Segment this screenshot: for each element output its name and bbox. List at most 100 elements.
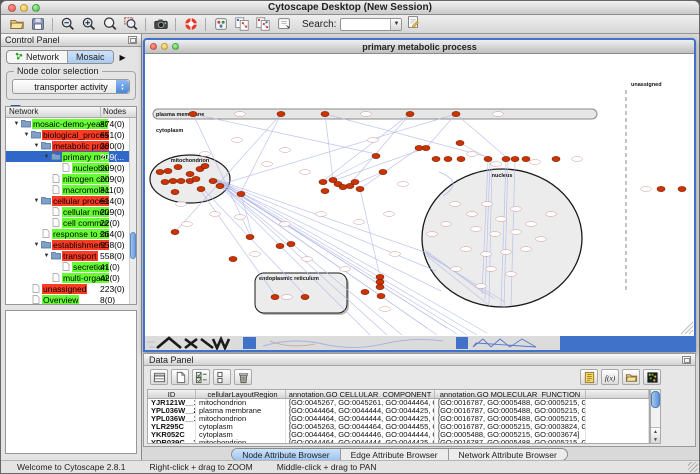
tree-row[interactable]: ▼biological_process651(0) — [6, 129, 129, 140]
tab-network[interactable]: Network — [7, 51, 67, 63]
tree-row[interactable]: ▼transport558(0) — [6, 250, 129, 261]
tree-row[interactable]: macromolecule311(0) — [6, 184, 129, 195]
attribute-table[interactable]: ID_cellularLayoutRegionannotation.GO CEL… — [147, 389, 650, 444]
svg-text:mitochondrion: mitochondrion — [171, 158, 210, 164]
unselect-attrs-button[interactable] — [213, 369, 231, 385]
tree-row[interactable]: ▼mosaic-demo-yeast874(0) — [6, 118, 129, 129]
network-overlay-1-button[interactable] — [231, 16, 252, 33]
network-zoom-button[interactable] — [172, 43, 179, 50]
life-ring-button[interactable] — [180, 16, 201, 33]
resize-grip[interactable] — [688, 462, 698, 472]
search-input[interactable]: ▼ — [340, 18, 402, 31]
network-close-button[interactable] — [150, 43, 157, 50]
table-cell: [GO:0045267, GO:0045261, GO:0044464, G..… — [286, 399, 435, 407]
save-button[interactable] — [27, 16, 48, 33]
new-doc-button[interactable] — [171, 369, 189, 385]
column-header[interactable]: _cellularLayoutRegion — [196, 390, 286, 398]
zoom-in-button[interactable] — [78, 16, 99, 33]
table-row[interactable]: YPL036W__2plasma membrane[GO:0044464, GO… — [148, 407, 649, 415]
open-folder-button[interactable] — [6, 16, 27, 33]
float-panel-icon[interactable] — [128, 36, 137, 44]
tab-network-attribute-browser[interactable]: Network Attribute Browser — [448, 449, 567, 460]
data-panel: Data Panel f(x) ID_cellularLayoutRegiona… — [143, 353, 696, 447]
table-row[interactable]: YDR039C__1mitochondrion[GO:0044464, GO:0… — [148, 439, 649, 444]
tree-row[interactable]: cellular metabo209(0) — [6, 206, 129, 217]
tree-column-nodes[interactable]: Nodes — [100, 107, 136, 117]
expand-triangle-icon[interactable]: ▼ — [22, 132, 31, 138]
network-window-titlebar[interactable]: primary metabolic process — [145, 40, 694, 54]
table-cell: mitochondrion — [196, 415, 286, 423]
tree-row[interactable]: multi-organism pro42(0) — [6, 272, 129, 283]
column-header[interactable]: annotation.GO MOLECULAR_FUNCTION — [435, 390, 586, 398]
zoom-button[interactable] — [32, 4, 40, 12]
tab-mosaic[interactable]: Mosaic — [67, 51, 113, 63]
tree-row[interactable]: ▼establishment of lo558(0) — [6, 239, 129, 250]
formula-button[interactable]: f(x) — [601, 369, 619, 385]
tree-row[interactable]: ▼primary metabol209(... — [6, 151, 129, 162]
annotation-button[interactable] — [273, 16, 294, 33]
birds-eye-view[interactable] — [5, 310, 137, 454]
close-button[interactable] — [8, 4, 16, 12]
chevron-down-icon[interactable]: ▼ — [390, 19, 401, 30]
tab-edge-attribute-browser[interactable]: Edge Attribute Browser — [340, 449, 448, 460]
tree-row[interactable]: secretion41(0) — [6, 261, 129, 272]
table-scrollbar[interactable]: ▲▼ — [650, 389, 661, 444]
network-overlay-2-button[interactable] — [252, 16, 273, 33]
network-view-window[interactable]: primary metabolic process plasma membran… — [143, 38, 696, 352]
table-cell: [GO:0016787, GO:0005488, GO:0005215, G..… — [435, 399, 586, 407]
tree-row[interactable]: cell communicat22(0) — [6, 217, 129, 228]
tree-row[interactable]: response to stimulu264(0) — [6, 228, 129, 239]
expand-triangle-icon[interactable]: ▼ — [12, 121, 21, 127]
table-row[interactable]: YKR052Ccytoplasm[GO:0044464, GO:0044446,… — [148, 431, 649, 439]
expand-triangle-icon[interactable]: ▼ — [32, 242, 41, 248]
attr-table-button[interactable] — [150, 369, 168, 385]
expand-triangle-icon[interactable]: ▼ — [32, 143, 41, 149]
toolbar-separator — [145, 18, 146, 31]
network-minimize-button[interactable] — [161, 43, 168, 50]
expand-triangle-icon[interactable]: ▼ — [42, 154, 51, 160]
float-data-panel-icon[interactable] — [682, 356, 691, 364]
select-attrs-button[interactable] — [192, 369, 210, 385]
trash-button[interactable] — [234, 369, 252, 385]
report-button[interactable] — [580, 369, 598, 385]
tree-row[interactable]: ▼cellular process614(0) — [6, 195, 129, 206]
zoom-selected-button[interactable] — [120, 16, 141, 33]
tree-row[interactable]: nitrogen compo209(0) — [6, 173, 129, 184]
file-icon — [31, 284, 41, 293]
tree-row[interactable]: Overview8(0) — [6, 294, 129, 304]
tree-row[interactable]: nucleobase-c209(0) — [6, 162, 129, 173]
camera-button[interactable] — [150, 16, 171, 33]
table-row[interactable]: YPL036W__1mitochondrion[GO:0044464, GO:0… — [148, 415, 649, 423]
zoom-out-button[interactable] — [57, 16, 78, 33]
tab-node-attribute-browser[interactable]: Node Attribute Browser — [232, 449, 339, 460]
table-scrollbar-arrows[interactable]: ▲▼ — [651, 427, 660, 443]
more-tabs-arrow-icon[interactable]: ▶ — [120, 53, 126, 62]
column-header[interactable]: ID — [148, 390, 196, 398]
minimize-button[interactable] — [20, 4, 28, 12]
tree-column-network[interactable]: Network — [6, 107, 100, 117]
vizmapper-button[interactable] — [210, 16, 231, 33]
table-cell: [GO:0016787, GO:0005488, GO:0005215, G..… — [435, 407, 586, 415]
expand-triangle-icon[interactable]: ▼ — [32, 198, 41, 204]
tree-row[interactable]: ▼metabolic process280(0) — [6, 140, 129, 151]
main-titlebar[interactable]: Cytoscape Desktop (New Session) — [1, 1, 699, 15]
table-scrollbar-thumb[interactable] — [651, 391, 660, 408]
table-row[interactable]: YJR121W__1mitochondrion[GO:0045267, GO:0… — [148, 399, 649, 407]
main-toolbar: Search: ▼ — [1, 15, 699, 34]
search-edit-button[interactable] — [402, 16, 423, 33]
column-header[interactable]: annotation.GO CELLULAR_COMPONENT — [286, 390, 435, 398]
zoom-fit-button[interactable] — [99, 16, 120, 33]
table-cell: YKR052C — [148, 431, 196, 439]
import-folder-button[interactable] — [622, 369, 640, 385]
tree-scrollbar[interactable] — [129, 118, 136, 304]
table-cell: YJR121W__1 — [148, 399, 196, 407]
node-color-dropdown[interactable]: transporter activity ▲▼ — [12, 79, 130, 94]
matrix-button[interactable] — [643, 369, 661, 385]
expand-triangle-icon[interactable]: ▼ — [42, 253, 51, 259]
table-row[interactable]: YLR295Ccytoplasm[GO:0045263, GO:0044464,… — [148, 423, 649, 431]
tree-scrollbar-thumb[interactable] — [130, 232, 136, 259]
network-canvas[interactable]: plasma membranecytoplasmmitochondrionnuc… — [145, 54, 694, 336]
folder-icon — [41, 196, 51, 205]
tree-row[interactable]: unassigned223(0) — [6, 283, 129, 294]
column-header[interactable] — [586, 390, 649, 398]
